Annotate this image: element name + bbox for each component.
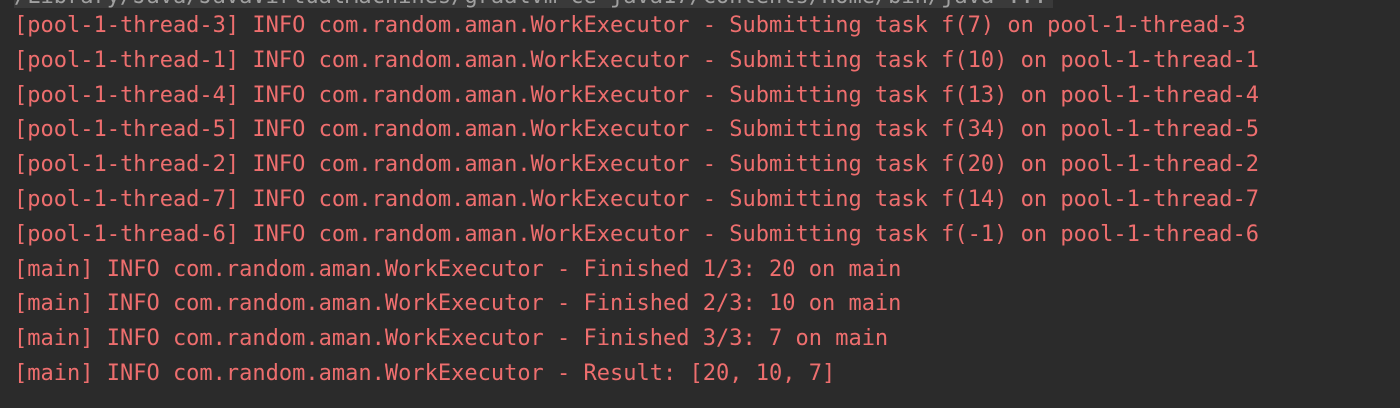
log-line: [pool-1-thread-2] INFO com.random.aman.W… xyxy=(14,152,1260,178)
log-line: [main] INFO com.random.aman.WorkExecutor… xyxy=(14,326,889,352)
log-line: [main] INFO com.random.aman.WorkExecutor… xyxy=(14,256,902,282)
log-line: [pool-1-thread-4] INFO com.random.aman.W… xyxy=(14,82,1260,108)
cut-off-command-line: /Library/Java/JavaVirtualMachines/graalv… xyxy=(14,0,1054,8)
log-line: [pool-1-thread-6] INFO com.random.aman.W… xyxy=(14,221,1260,247)
log-line: [main] INFO com.random.aman.WorkExecutor… xyxy=(14,360,836,386)
log-lines: [pool-1-thread-3] INFO com.random.aman.W… xyxy=(14,9,1400,392)
log-line: [pool-1-thread-1] INFO com.random.aman.W… xyxy=(14,47,1260,73)
log-line: [pool-1-thread-7] INFO com.random.aman.W… xyxy=(14,186,1260,212)
log-line: [main] INFO com.random.aman.WorkExecutor… xyxy=(14,291,902,317)
log-line: [pool-1-thread-3] INFO com.random.aman.W… xyxy=(14,13,1246,38)
console-output[interactable]: /Library/Java/JavaVirtualMachines/graalv… xyxy=(0,0,1400,408)
log-line: [pool-1-thread-5] INFO com.random.aman.W… xyxy=(14,117,1260,143)
